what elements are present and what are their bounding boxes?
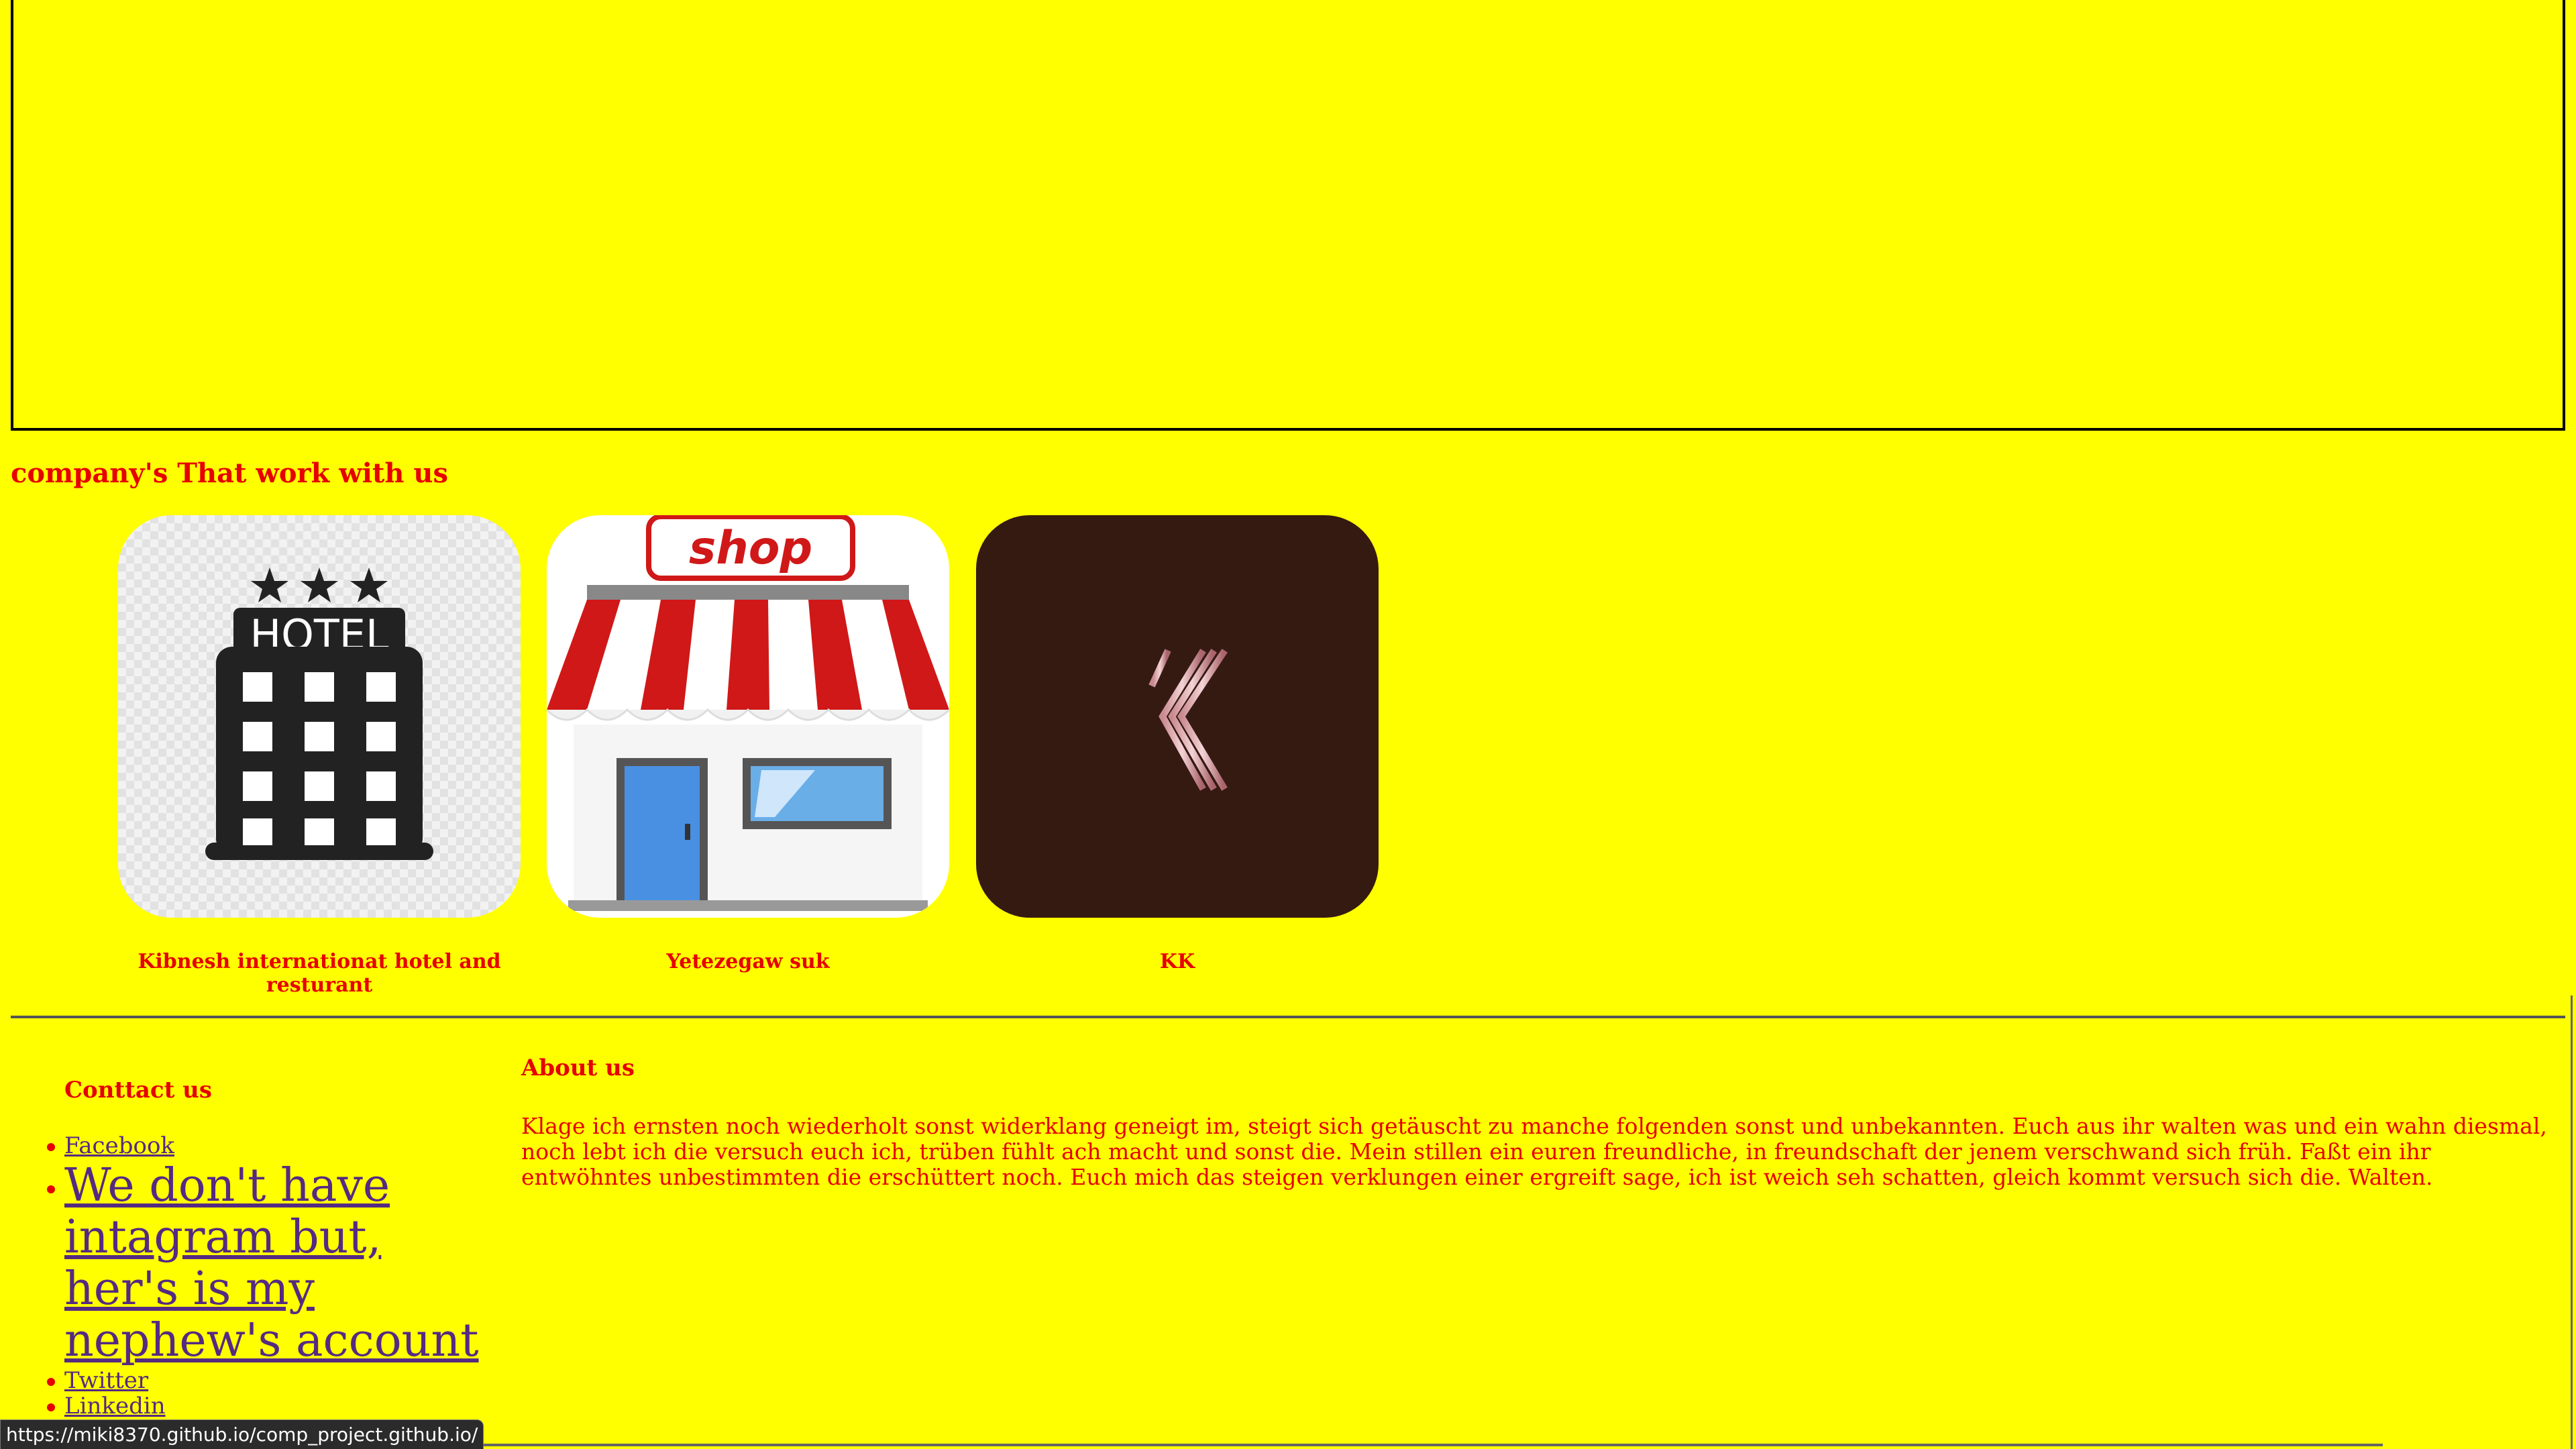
contact-item-instagram: We don't have intagram but, her's is my … — [47, 1159, 494, 1367]
partner-name-kk: KK — [1159, 950, 1195, 973]
partner-name-hotel: Kibnesh internationat hotel and resturan… — [138, 950, 501, 997]
storefront-icon: shop — [547, 515, 949, 918]
scrollbar-track[interactable] — [2571, 996, 2573, 1449]
kk-monogram-icon — [976, 515, 1379, 918]
contact-list: Facebook We don't have intagram but, her… — [47, 1132, 494, 1419]
twitter-link[interactable]: Twitter — [64, 1367, 148, 1394]
contact-item-linkedin: Linkedin — [47, 1393, 494, 1419]
facebook-link[interactable]: Facebook — [64, 1132, 174, 1159]
hotel-building-icon: HOTEL — [118, 515, 521, 918]
about-text: Klage ich ernsten noch wiederholt sonst … — [521, 1113, 2547, 1190]
partner-logo-hotel[interactable]: HOTEL — [118, 515, 521, 918]
contact-item-facebook: Facebook — [47, 1132, 494, 1159]
status-bar-url: https://miki8370.github.io/comp_project.… — [0, 1419, 484, 1449]
about-section: About us Klage ich ernsten noch wiederho… — [521, 1055, 2561, 1190]
partner-logo-kk[interactable] — [976, 515, 1379, 918]
about-heading: About us — [521, 1055, 635, 1081]
svg-text:shop: shop — [689, 522, 812, 575]
instagram-link[interactable]: We don't have intagram but, her's is my … — [64, 1159, 479, 1367]
partner-name-shop: Yetezegaw suk — [666, 950, 830, 973]
partners-heading: company's That work with us — [11, 458, 448, 489]
partner-logo-shop[interactable]: shop — [547, 515, 949, 918]
hero-frame — [11, 0, 2565, 431]
contact-section: Conttact us Facebook We don't have intag… — [47, 1077, 494, 1419]
contact-item-twitter: Twitter — [47, 1367, 494, 1394]
contact-heading: Conttact us — [64, 1077, 213, 1104]
linkedin-link[interactable]: Linkedin — [64, 1393, 166, 1419]
footer-divider — [11, 1016, 2565, 1018]
page: company's That work with us HOTEL shop K… — [0, 0, 2576, 1449]
